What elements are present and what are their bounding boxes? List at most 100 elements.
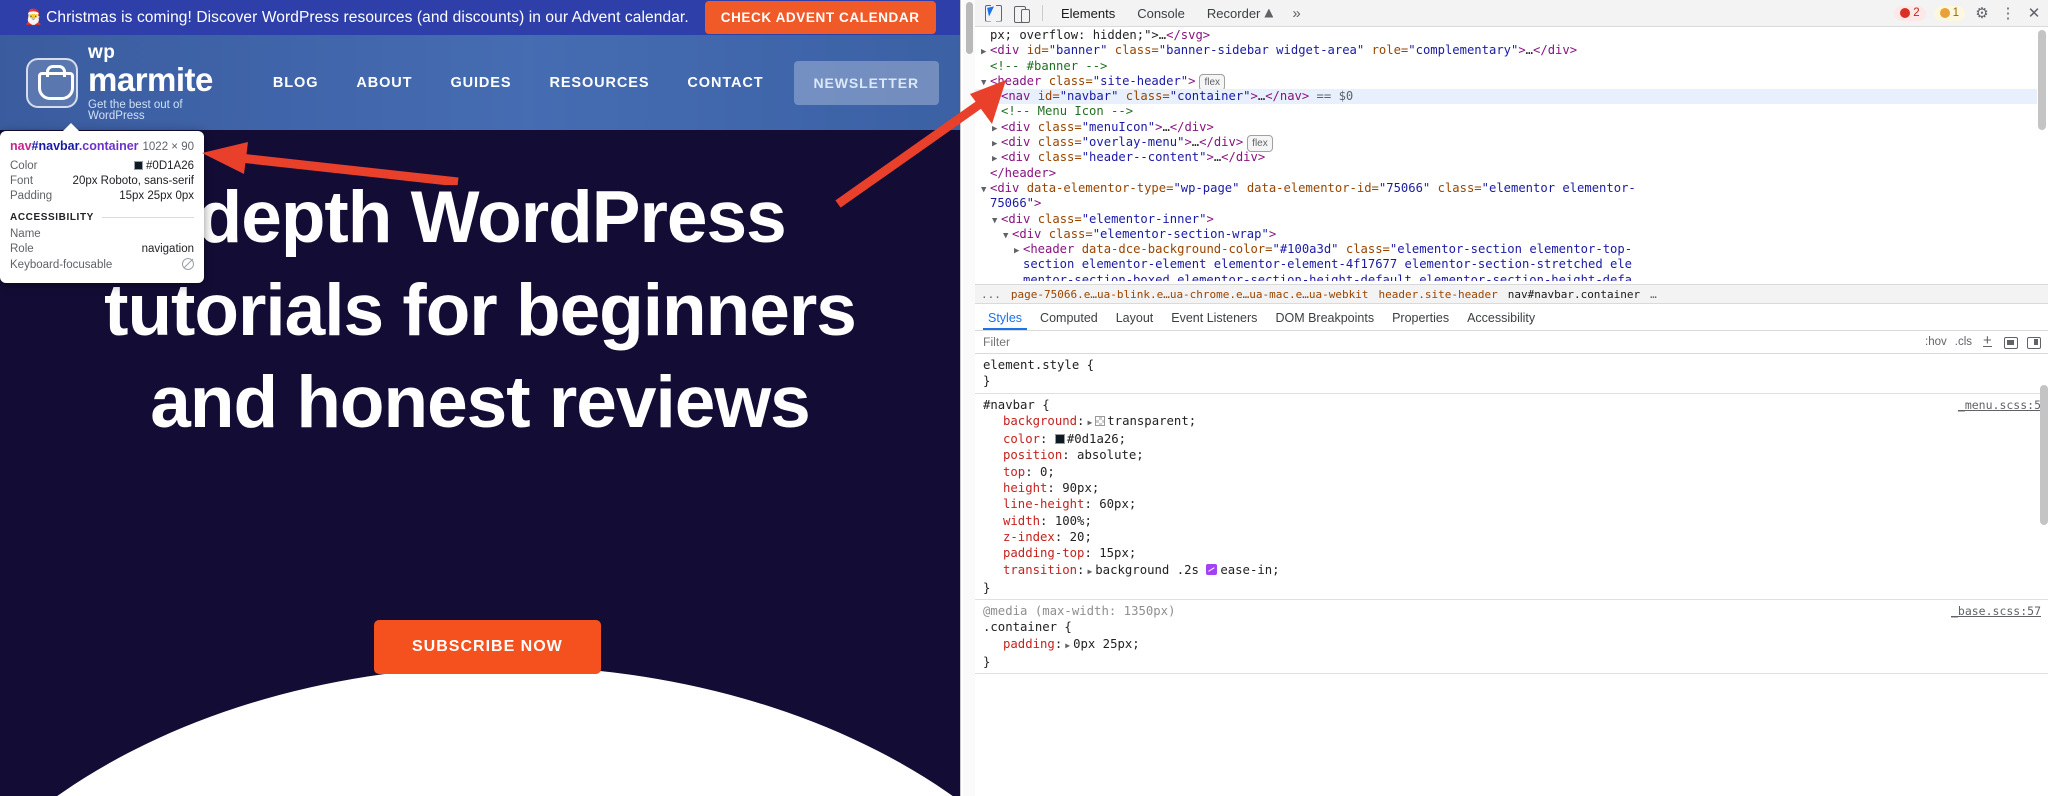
toggle-sidebar-icon[interactable] [2026,335,2041,349]
element-classes-button[interactable]: .cls [1955,336,1972,348]
dom-node-line[interactable]: <div class="overlay-menu">…</div>flex [975,135,2037,153]
css-declaration[interactable]: height: 90px; [983,480,2048,496]
css-declaration[interactable]: transition: ▶ background .2s ease-in; [983,562,2048,580]
css-property-value[interactable]: 60px; [1099,497,1136,511]
expand-shorthand-icon[interactable]: ▶ [1087,567,1092,576]
css-property-value[interactable]: 20; [1070,530,1092,544]
css-declaration[interactable]: position: absolute; [983,447,2048,463]
expand-shorthand-icon[interactable]: ▶ [1065,641,1070,650]
css-declaration[interactable]: top: 0; [983,464,2048,480]
css-property-value[interactable]: transparent; [1107,414,1196,428]
css-property-value[interactable]: 0px 25px; [1073,637,1140,651]
css-declaration[interactable]: background: ▶ transparent; [983,413,2048,431]
css-property-name[interactable]: position [1003,448,1062,462]
tab-properties[interactable]: Properties [1383,307,1458,329]
warning-count-badge[interactable]: 1 [1933,5,1965,21]
css-property-name[interactable]: height [1003,481,1047,495]
dom-node-line[interactable]: 75066"> [975,196,2037,211]
dom-node-line[interactable]: <div class="header--content">…</div> [975,150,2037,165]
breadcrumb-overflow[interactable]: ... [981,288,1001,301]
styles-scrollbar[interactable] [2040,385,2048,525]
dom-node-line[interactable]: <!-- #banner --> [975,59,2037,74]
tab-recorder[interactable]: Recorder [1198,2,1282,25]
nav-item-about[interactable]: ABOUT [356,75,412,91]
hover-state-button[interactable]: :hov [1925,336,1947,348]
more-tabs-icon[interactable]: » [1286,5,1306,22]
dom-node-line[interactable]: <div data-elementor-type="wp-page" data-… [975,181,2037,196]
css-selector[interactable]: element.style { [983,357,2048,373]
settings-gear-icon[interactable]: ⚙ [1973,4,1991,22]
color-swatch-icon[interactable] [1095,415,1106,426]
tab-elements[interactable]: Elements [1052,2,1124,25]
css-property-name[interactable]: padding [1003,637,1055,651]
css-declaration[interactable]: z-index: 20; [983,529,2048,545]
css-property-name[interactable]: background [1003,414,1077,428]
css-rule-source-link[interactable]: _base.scss:57 [1951,603,2041,619]
tab-dom-breakpoints[interactable]: DOM Breakpoints [1266,307,1383,329]
css-property-value[interactable]: absolute; [1077,448,1144,462]
tab-computed[interactable]: Computed [1031,307,1107,329]
breadcrumb-item-header[interactable]: header.site-header [1379,288,1498,301]
subscribe-now-button[interactable]: SUBSCRIBE NOW [374,620,601,674]
computed-styles-sidebar-icon[interactable] [2003,335,2018,349]
dom-node-line[interactable]: <!-- Menu Icon --> [975,104,2037,119]
css-property-value[interactable]: 90px; [1062,481,1099,495]
device-toolbar-icon[interactable] [1009,3,1033,24]
dom-node-line[interactable]: <header data-dce-background-color="#100a… [975,242,2037,257]
css-rule-block[interactable]: _menu.scss:5 #navbar {background: ▶ transpa… [975,394,2048,601]
breadcrumb-item-page[interactable]: page-75066.e…ua-blink.e…ua-chrome.e…ua-m… [1011,288,1369,301]
css-property-name[interactable]: color [1003,432,1040,446]
nav-item-resources[interactable]: RESOURCES [549,75,649,91]
dom-node-line[interactable]: px; overflow: hidden;">…</svg> [975,28,2037,43]
css-declaration[interactable]: width: 100%; [983,513,2048,529]
css-property-name[interactable]: width [1003,514,1040,528]
css-property-name[interactable]: padding-top [1003,546,1084,560]
dom-node-line[interactable]: section elementor-element elementor-elem… [975,257,2037,272]
css-rule-block[interactable]: _base.scss:57 @media (max-width: 1350px).… [975,600,2048,675]
expand-shorthand-icon[interactable]: ▶ [1087,418,1092,427]
inspect-element-icon[interactable] [981,3,1005,24]
css-property-name[interactable]: transition [1003,563,1077,577]
css-property-value[interactable]: 100%; [1055,514,1092,528]
css-property-value[interactable]: ease-in; [1220,563,1279,577]
css-declaration[interactable]: padding: ▶ 0px 25px; [983,636,2048,654]
check-advent-calendar-button[interactable]: CHECK ADVENT CALENDAR [704,1,936,34]
dom-tree-scrollbar[interactable] [2038,30,2046,130]
styles-filter-input[interactable] [983,335,1917,349]
css-property-value[interactable]: #0d1a26; [1067,432,1126,446]
tab-layout[interactable]: Layout [1107,307,1163,329]
dom-node-line[interactable]: <div class="elementor-section-wrap"> [975,227,2037,242]
nav-item-contact[interactable]: CONTACT [687,75,763,91]
tab-console[interactable]: Console [1128,2,1194,25]
site-logo[interactable]: wp marmite Get the best out of WordPress [26,43,213,123]
css-declaration[interactable]: padding-top: 15px; [983,545,2048,561]
dom-node-line[interactable]: <div id="banner" class="banner-sidebar w… [975,43,2037,58]
dom-node-line[interactable]: <div class="elementor-inner"> [975,212,2037,227]
css-declaration[interactable]: line-height: 60px; [983,496,2048,512]
close-icon[interactable]: ✕ [2025,4,2043,22]
dom-node-line[interactable]: ...<nav id="navbar" class="container">…<… [975,89,2037,105]
css-property-value[interactable]: 0; [1040,465,1055,479]
breadcrumb-item-nav[interactable]: nav#navbar.container [1508,288,1640,301]
css-property-name[interactable]: line-height [1003,497,1084,511]
css-selector[interactable]: .container { [983,619,2048,635]
css-declaration[interactable]: color: #0d1a26; [983,431,2048,447]
nav-item-guides[interactable]: GUIDES [450,75,511,91]
css-property-name[interactable]: z-index [1003,530,1055,544]
css-rule-block[interactable]: element.style {} [975,354,2048,394]
dom-node-line[interactable]: mentor-section-boxed elementor-section-h… [975,273,2037,281]
tab-event-listeners[interactable]: Event Listeners [1162,307,1266,329]
dom-node-line[interactable]: <header class="site-header">flex [975,73,2037,92]
dom-node-line[interactable]: <div class="menuIcon">…</div> [975,120,2037,135]
new-style-rule-icon[interactable] [1980,332,1995,349]
css-rules-list[interactable]: element.style {} _menu.scss:5 #navbar {bac… [975,354,2048,796]
css-rule-source-link[interactable]: _menu.scss:5 [1958,397,2041,413]
css-selector[interactable]: #navbar { [983,397,2048,413]
more-options-icon[interactable]: ⋮ [1999,4,2017,22]
color-swatch-icon[interactable] [1054,434,1065,445]
error-count-badge[interactable]: 2 [1894,5,1926,21]
css-property-value[interactable]: 15px; [1099,546,1136,560]
tab-accessibility[interactable]: Accessibility [1458,307,1544,329]
bezier-curve-icon[interactable] [1206,563,1218,575]
nav-item-blog[interactable]: BLOG [273,75,319,91]
